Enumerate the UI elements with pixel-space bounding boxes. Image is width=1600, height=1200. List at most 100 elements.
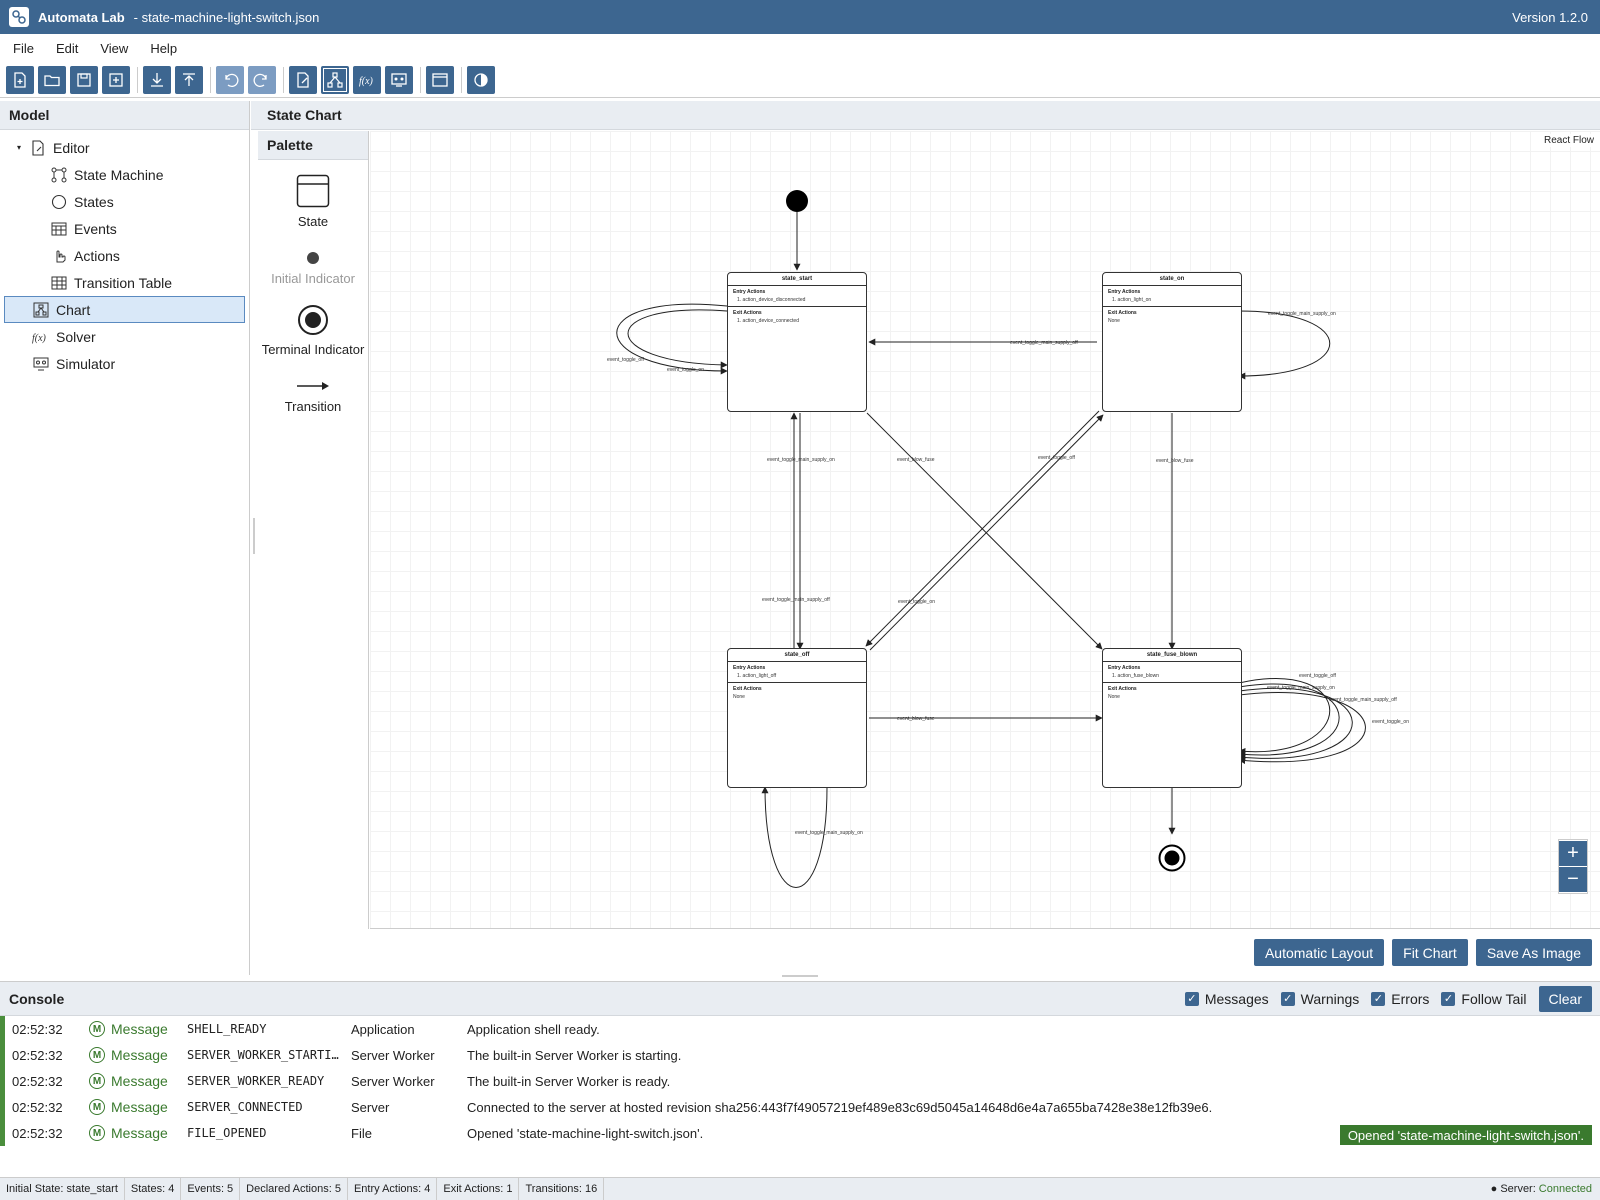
edge-label[interactable]: event_toggle_main_supply_on [1267, 685, 1335, 691]
palette-item-state[interactable]: State [258, 174, 368, 229]
edge-label[interactable]: event_blow_fuse [897, 716, 935, 722]
notification-toast[interactable]: Opened 'state-machine-light-switch.json'… [1339, 1125, 1592, 1145]
edge-label[interactable]: event_blow_fuse [897, 457, 935, 463]
folder-open-icon [44, 74, 60, 86]
state-node-on[interactable]: state_on Entry Actions 1. action_light_o… [1102, 272, 1242, 412]
tree-item-solver[interactable]: f(x) Solver [0, 323, 249, 350]
redo-icon [253, 73, 267, 87]
follow-tail-checkbox[interactable]: ✓ Follow Tail [1441, 991, 1527, 1007]
edge-label[interactable]: event_toggle_on [898, 599, 935, 605]
automatic-layout-button[interactable]: Automatic Layout [1253, 939, 1385, 966]
log-row[interactable]: 02:52:32 M Message SHELL_READY Applicatio… [0, 1016, 1600, 1042]
menu-edit[interactable]: Edit [45, 41, 89, 56]
checkbox-checked-icon[interactable]: ✓ [1184, 991, 1199, 1006]
zoom-out-button[interactable]: − [1559, 867, 1587, 892]
menu-help[interactable]: Help [139, 41, 188, 56]
toolbar-separator [283, 66, 284, 93]
tree-item-events[interactable]: Events [0, 215, 249, 242]
edge-label[interactable]: event_toggle_main_supply_on [767, 457, 835, 463]
menu-file[interactable]: File [0, 41, 45, 56]
transition-start-to-fuse[interactable] [866, 412, 1103, 650]
theme-toggle-button[interactable] [467, 65, 495, 94]
checkbox-checked-icon[interactable]: ✓ [1371, 991, 1386, 1006]
chart-canvas[interactable]: React Flow event_toggle_off event_toggle… [370, 131, 1600, 929]
tree-item-label: Solver [56, 328, 96, 345]
filter-warnings-checkbox[interactable]: ✓ Warnings [1280, 991, 1359, 1007]
filter-messages-checkbox[interactable]: ✓ Messages [1184, 991, 1269, 1007]
chart-view-button[interactable] [321, 65, 349, 94]
tree-item-label: Transition Table [74, 274, 173, 291]
tree-item-actions[interactable]: Actions [0, 242, 249, 269]
log-code: SERVER_WORKER_READY [187, 1074, 325, 1088]
edge-label[interactable]: event_toggle_main_supply_off [762, 597, 830, 603]
checkbox-checked-icon[interactable]: ✓ [1280, 991, 1295, 1006]
caret-down-icon[interactable]: ▾ [17, 143, 29, 152]
vertical-splitter-handle[interactable] [253, 518, 255, 554]
log-row[interactable]: 02:52:32 M Message SERVER_CONNECTED Serve… [0, 1094, 1600, 1120]
upload-icon [183, 72, 195, 86]
horizontal-splitter-handle[interactable] [782, 975, 818, 977]
export-button[interactable] [175, 65, 203, 94]
open-file-button[interactable] [38, 65, 66, 94]
save-button[interactable] [70, 65, 98, 94]
edge-label[interactable]: event_toggle_on [667, 367, 704, 373]
edge-label[interactable]: event_blow_fuse [1156, 458, 1194, 464]
save-as-image-button[interactable]: Save As Image [1475, 939, 1592, 966]
undo-button[interactable] [216, 65, 244, 94]
function-icon: f(x) [359, 76, 374, 87]
tree-item-simulator[interactable]: Simulator [0, 350, 249, 377]
log-code: SERVER_CONNECTED [187, 1100, 303, 1114]
clear-console-button[interactable]: Clear [1538, 985, 1592, 1012]
redo-button[interactable] [248, 65, 276, 94]
filter-errors-checkbox[interactable]: ✓ Errors [1371, 991, 1429, 1007]
tree-item-chart[interactable]: Chart [4, 296, 245, 323]
checkbox-checked-icon[interactable]: ✓ [1441, 991, 1456, 1006]
log-time: 02:52:32 [12, 1021, 63, 1037]
edge-label[interactable]: event_toggle_main_supply_on [795, 830, 863, 836]
log-row[interactable]: 02:52:32 M Message SERVER_WORKER_STARTING… [0, 1042, 1600, 1068]
svg-text:f(x): f(x) [32, 333, 47, 344]
state-node-off[interactable]: state_off Entry Actions 1. action_light_… [727, 648, 867, 788]
state-node-start[interactable]: state_start Entry Actions 1. action_devi… [727, 272, 867, 412]
fit-chart-button[interactable]: Fit Chart [1392, 939, 1468, 966]
edge-label[interactable]: event_toggle_main_supply_off [1329, 697, 1397, 703]
add-button[interactable] [102, 65, 130, 94]
table-icon [50, 274, 68, 292]
tree-item-editor[interactable]: ▾ Editor [0, 134, 249, 161]
action-item: 1. action_device_disconnected [737, 297, 806, 303]
log-level: M Message [89, 1125, 187, 1141]
edge-label[interactable]: event_toggle_off [1038, 455, 1075, 461]
app-name: Automata Lab [38, 9, 125, 25]
section-title: Exit Actions [1108, 310, 1137, 316]
edge-label[interactable]: event_toggle_off [607, 357, 644, 363]
filled-circle-icon [307, 252, 319, 264]
console-filters: ✓ Messages ✓ Warnings ✓ Errors ✓ Follow Tail… [1184, 985, 1592, 1012]
save-icon [77, 72, 91, 87]
menu-view[interactable]: View [89, 41, 139, 56]
layout-button[interactable] [426, 65, 454, 94]
initial-indicator[interactable] [786, 190, 808, 212]
edge-label[interactable]: event_toggle_main_supply_off [1010, 340, 1078, 346]
state-node-fuse-blown[interactable]: state_fuse_blown Entry Actions 1. action… [1102, 648, 1242, 788]
palette-item-terminal-indicator[interactable]: Terminal Indicator [258, 304, 368, 357]
new-file-button[interactable] [6, 65, 34, 94]
simulator-view-button[interactable] [385, 65, 413, 94]
log-level-label: Message [111, 1125, 168, 1141]
new-file-icon [14, 71, 26, 88]
import-button[interactable] [143, 65, 171, 94]
editor-view-button[interactable] [289, 65, 317, 94]
edge-label[interactable]: event_toggle_off [1299, 673, 1336, 679]
log-row[interactable]: 02:52:32 M Message SERVER_WORKER_READY Se… [0, 1068, 1600, 1094]
section-title: Exit Actions [1108, 686, 1137, 692]
edge-label[interactable]: event_toggle_on [1372, 719, 1409, 725]
log-level-label: Message [111, 1021, 168, 1037]
transition-on-self[interactable] [1238, 310, 1331, 380]
zoom-in-button[interactable]: + [1559, 841, 1587, 866]
transition-off-self[interactable] [761, 786, 828, 888]
solver-view-button[interactable]: f(x) [353, 65, 381, 94]
edge-label[interactable]: event_toggle_main_supply_on [1268, 311, 1336, 317]
tree-item-state-machine[interactable]: State Machine [0, 161, 249, 188]
tree-item-states[interactable]: States [0, 188, 249, 215]
palette-item-transition[interactable]: Transition [258, 379, 368, 414]
tree-item-transition-table[interactable]: Transition Table [0, 269, 249, 296]
